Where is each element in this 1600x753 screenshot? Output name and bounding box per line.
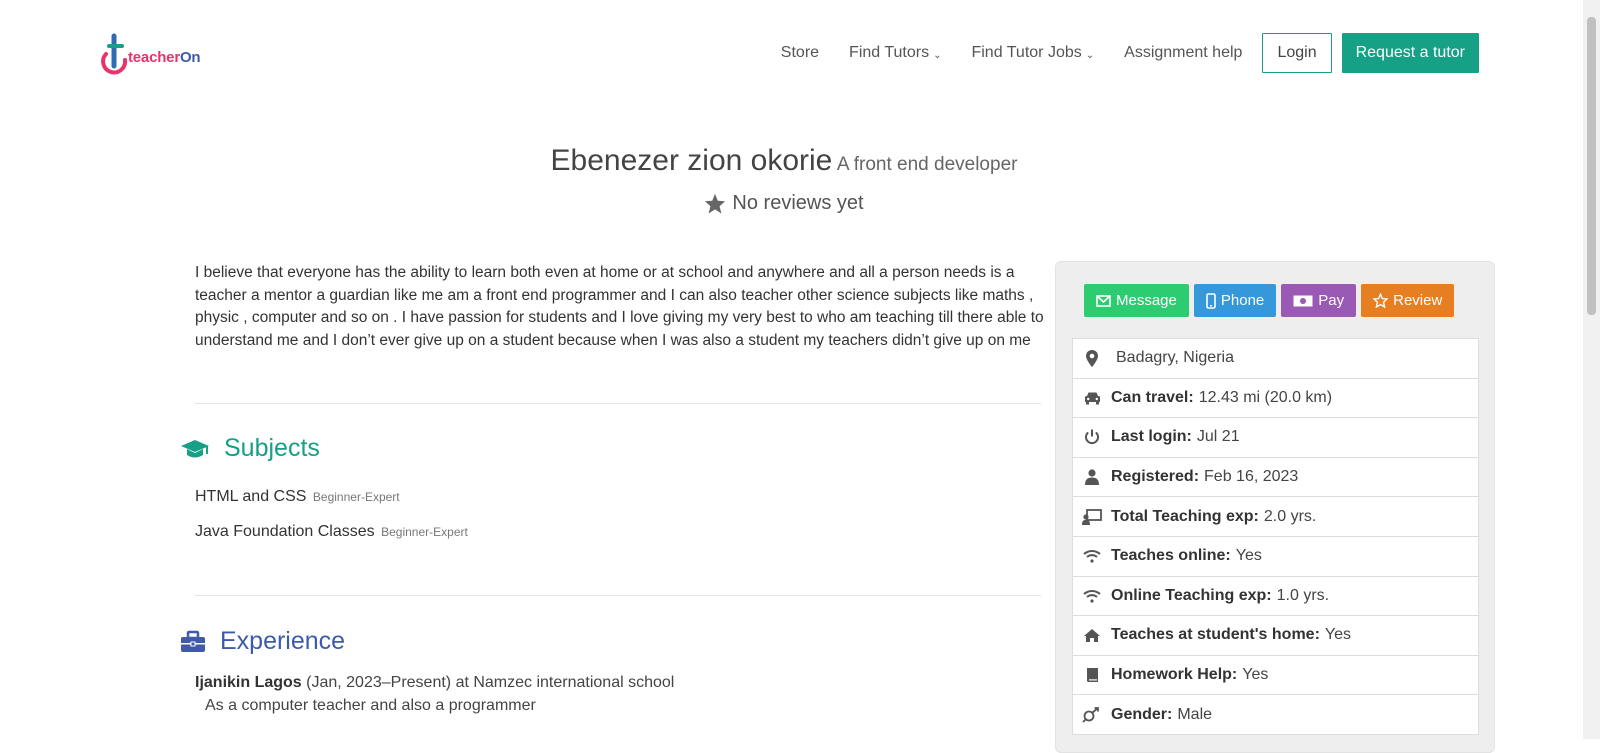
wifi-icon	[1073, 549, 1111, 563]
graduation-cap-icon	[181, 439, 209, 457]
phone-button[interactable]: Phone	[1193, 284, 1277, 317]
info-teaches-at-home: Teaches at student's home: Yes	[1073, 616, 1478, 656]
info-teaching-exp: Total Teaching exp: 2.0 yrs.	[1073, 497, 1478, 537]
review-button[interactable]: Review	[1361, 284, 1455, 317]
profile-title: Ebenezer zion okorie A front end develop…	[0, 144, 1568, 178]
nav-find-tutors[interactable]: Find Tutors ⌄	[849, 44, 941, 62]
experience-entry: Ijanikin Lagos (Jan, 2023–Present) at Na…	[195, 674, 674, 692]
tutor-name: Ebenezer zion okorie	[550, 144, 833, 177]
wifi-icon	[1073, 589, 1111, 603]
info-location: Badagry, Nigeria	[1073, 339, 1478, 379]
car-icon	[1073, 391, 1111, 405]
envelope-icon	[1096, 294, 1111, 307]
pay-button[interactable]: Pay	[1281, 284, 1357, 317]
tutor-bio: I believe that everyone has the ability …	[195, 264, 1044, 349]
nav-assignment-help[interactable]: Assignment help	[1124, 44, 1242, 62]
experience-company: Ijanikin Lagos	[195, 674, 302, 691]
nav-store[interactable]: Store	[781, 44, 819, 62]
login-button[interactable]: Login	[1262, 33, 1332, 73]
tutor-headline: A front end developer	[836, 154, 1018, 175]
reviews-summary: No reviews yet	[0, 192, 1568, 215]
scrollbar-thumb[interactable]	[1587, 17, 1596, 315]
info-homework-help: Homework Help: Yes	[1073, 656, 1478, 696]
subject-item[interactable]: HTML and CSS Beginner-Expert	[195, 488, 400, 506]
info-teaches-online: Teaches online: Yes	[1073, 537, 1478, 577]
info-can-travel: Can travel: 12.43 mi (20.0 km)	[1073, 379, 1478, 419]
message-button[interactable]: Message	[1084, 284, 1189, 317]
teacheron-logo[interactable]: teacherOn	[98, 32, 218, 76]
experience-heading: Experience	[180, 627, 345, 656]
power-icon	[1073, 429, 1111, 445]
subject-item[interactable]: Java Foundation Classes Beginner-Expert	[195, 523, 468, 541]
contact-actions: Message Phone Pay Review	[1084, 284, 1459, 317]
user-icon	[1073, 469, 1111, 486]
chevron-down-icon: ⌄	[933, 49, 942, 61]
logo-wordmark: teacherOn	[128, 49, 201, 66]
page-scrollbar[interactable]	[1583, 0, 1600, 739]
request-tutor-button[interactable]: Request a tutor	[1341, 33, 1479, 73]
info-online-teaching-exp: Online Teaching exp: 1.0 yrs.	[1073, 577, 1478, 617]
subjects-heading: Subjects	[180, 434, 320, 463]
main-nav: Store Find Tutors ⌄ Find Tutor Jobs ⌄ Assi…	[751, 33, 1479, 73]
nav-find-tutor-jobs[interactable]: Find Tutor Jobs ⌄	[971, 44, 1094, 62]
info-registered: Registered: Feb 16, 2023	[1073, 458, 1478, 498]
tutor-sidebar: Message Phone Pay Review Badagry, Nigeri…	[1055, 261, 1495, 753]
home-icon	[1073, 628, 1111, 643]
map-marker-icon	[1073, 349, 1111, 367]
experience-period: (Jan, 2023–Present) at Namzec internatio…	[306, 674, 675, 691]
divider	[195, 595, 1041, 596]
divider	[195, 403, 1041, 404]
chevron-down-icon: ⌄	[1085, 49, 1095, 61]
experience-description: As a computer teacher and also a program…	[205, 697, 536, 714]
mobile-phone-icon	[1206, 292, 1216, 309]
reviews-text: No reviews yet	[732, 192, 864, 214]
book-icon	[1073, 667, 1111, 683]
briefcase-icon	[181, 630, 205, 652]
info-gender: Gender: Male	[1073, 695, 1478, 734]
teacher-board-icon	[1073, 508, 1111, 525]
tutor-info-list: Badagry, Nigeria Can travel: 12.43 mi (20…	[1072, 338, 1479, 735]
star-icon	[705, 193, 726, 214]
star-outline-icon	[1373, 293, 1389, 308]
money-bill-icon	[1293, 295, 1313, 306]
info-last-login: Last login: Jul 21	[1073, 418, 1478, 458]
gender-icon	[1073, 706, 1111, 723]
